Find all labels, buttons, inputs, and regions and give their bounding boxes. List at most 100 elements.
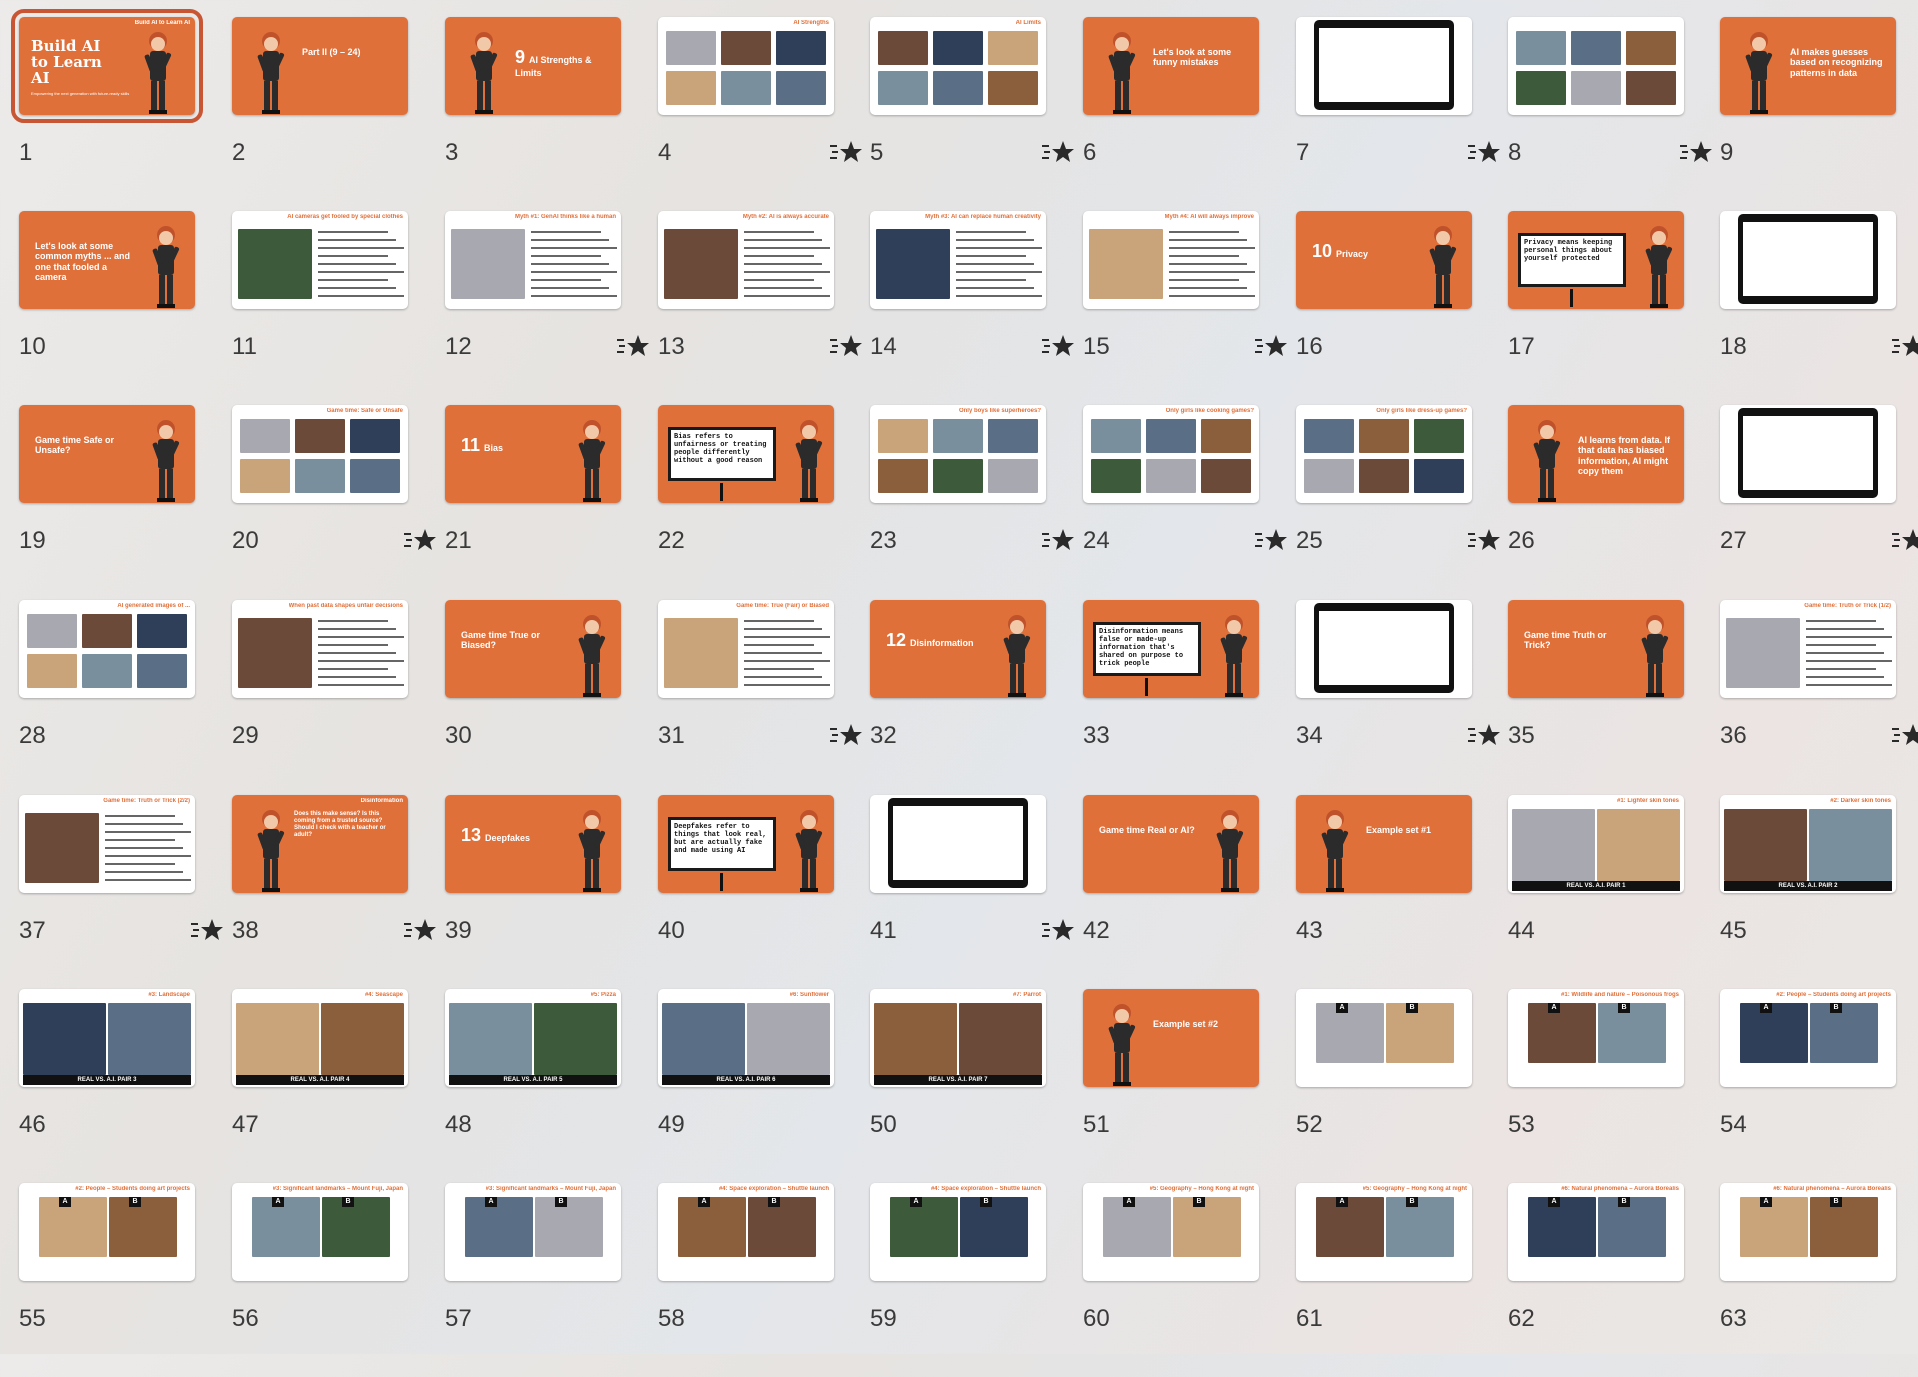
slide-thumbnail[interactable] bbox=[1720, 405, 1896, 503]
slide-thumbnail[interactable]: Game time Real or AI? bbox=[1083, 795, 1259, 893]
slide-item[interactable]: 27 bbox=[1720, 405, 1918, 599]
slide-item[interactable]: #7: Parrot REAL VS. A.I. PAIR 7 50 bbox=[870, 989, 1082, 1183]
star-with-dashes-icon[interactable] bbox=[1466, 722, 1502, 748]
slide-thumbnail[interactable]: #6: Natural phenomena – Aurora Borealis A… bbox=[1508, 1183, 1684, 1281]
slide-item[interactable]: AI learns from data. If that data has bi… bbox=[1508, 405, 1720, 599]
slide-thumbnail[interactable] bbox=[870, 795, 1046, 893]
slide-item[interactable]: Game time True or Biased? 30 bbox=[445, 600, 657, 794]
slide-thumbnail[interactable]: AI Limits bbox=[870, 17, 1046, 115]
star-with-dashes-icon[interactable] bbox=[1040, 527, 1076, 553]
slide-thumbnail[interactable]: Disinformation Does this make sense? Is t… bbox=[232, 795, 408, 893]
slide-thumbnail[interactable]: Game time: Truth or Trick (2/2) bbox=[19, 795, 195, 893]
slide-thumbnail[interactable] bbox=[1296, 600, 1472, 698]
slide-thumbnail[interactable]: Part II (9 – 24) bbox=[232, 17, 408, 115]
slide-item[interactable]: #2: People – Students doing art projects… bbox=[19, 1183, 231, 1377]
slide-item[interactable]: #6: Natural phenomena – Aurora Borealis A… bbox=[1720, 1183, 1918, 1377]
slide-thumbnail[interactable]: #7: Parrot REAL VS. A.I. PAIR 7 bbox=[870, 989, 1046, 1087]
slide-thumbnail[interactable]: Game time: True (Fair) or Biased bbox=[658, 600, 834, 698]
slide-item[interactable]: #4: Space exploration – Shuttle launch A B… bbox=[658, 1183, 870, 1377]
slide-item[interactable]: Game time Truth or Trick? 35 bbox=[1508, 600, 1720, 794]
slide-item[interactable]: Privacy means keeping personal things ab… bbox=[1508, 211, 1720, 405]
slide-item[interactable]: Let's look at some funny mistakes 6 bbox=[1083, 17, 1295, 211]
star-with-dashes-icon[interactable] bbox=[1253, 333, 1289, 359]
star-with-dashes-icon[interactable] bbox=[1466, 527, 1502, 553]
slide-thumbnail[interactable]: Game time Truth or Trick? bbox=[1508, 600, 1684, 698]
star-with-dashes-icon[interactable] bbox=[1040, 333, 1076, 359]
slide-thumbnail[interactable]: 13 Deepfakes bbox=[445, 795, 621, 893]
slide-thumbnail[interactable]: Let's look at some common myths ... and … bbox=[19, 211, 195, 309]
star-with-dashes-icon[interactable] bbox=[828, 139, 864, 165]
slide-thumbnail[interactable] bbox=[1296, 17, 1472, 115]
slide-thumbnail[interactable]: Game time: Safe or Unsafe bbox=[232, 405, 408, 503]
star-with-dashes-icon[interactable] bbox=[615, 333, 651, 359]
slide-item[interactable]: Game time: Safe or Unsafe 20 bbox=[232, 405, 444, 599]
slide-item[interactable]: Let's look at some common myths ... and … bbox=[19, 211, 231, 405]
slide-item[interactable]: #3: Significant landmarks – Mount Fuji, … bbox=[232, 1183, 444, 1377]
slide-item[interactable]: Game time: Truth or Trick (2/2) 37 bbox=[19, 795, 231, 989]
slide-thumbnail[interactable]: Privacy means keeping personal things ab… bbox=[1508, 211, 1684, 309]
slide-item[interactable]: Game time Real or AI? 42 bbox=[1083, 795, 1295, 989]
slide-thumbnail[interactable]: #2: People – Students doing art projects… bbox=[19, 1183, 195, 1281]
star-with-dashes-icon[interactable] bbox=[1040, 917, 1076, 943]
slide-item[interactable]: Bias refers to unfairness or treating pe… bbox=[658, 405, 870, 599]
slide-item[interactable]: #1: Wildlife and nature – Poisonous frog… bbox=[1508, 989, 1720, 1183]
slide-thumbnail[interactable]: Only girls like cooking games? bbox=[1083, 405, 1259, 503]
star-with-dashes-icon[interactable] bbox=[402, 527, 438, 553]
slide-item[interactable]: Only girls like dress-up games? 25 bbox=[1296, 405, 1508, 599]
slide-item[interactable]: 34 bbox=[1296, 600, 1508, 794]
slide-item[interactable]: 11 Bias 21 bbox=[445, 405, 657, 599]
slide-thumbnail[interactable]: #4: Space exploration – Shuttle launch A B bbox=[870, 1183, 1046, 1281]
slide-thumbnail[interactable]: #6: Sunflower REAL VS. A.I. PAIR 6 bbox=[658, 989, 834, 1087]
star-with-dashes-icon[interactable] bbox=[1253, 527, 1289, 553]
slide-item[interactable]: #4: Space exploration – Shuttle launch A B… bbox=[870, 1183, 1082, 1377]
slide-item[interactable]: Only girls like cooking games? 24 bbox=[1083, 405, 1295, 599]
slide-thumbnail[interactable]: Let's look at some funny mistakes bbox=[1083, 17, 1259, 115]
slide-thumbnail[interactable]: #3: Significant landmarks – Mount Fuji, … bbox=[232, 1183, 408, 1281]
slide-item[interactable]: #6: Natural phenomena – Aurora Borealis A… bbox=[1508, 1183, 1720, 1377]
slide-item[interactable]: #2: People – Students doing art projects… bbox=[1720, 989, 1918, 1183]
slide-item[interactable]: Example set #1 43 bbox=[1296, 795, 1508, 989]
slide-thumbnail[interactable] bbox=[1508, 17, 1684, 115]
slide-item[interactable]: AI Strengths 4 bbox=[658, 17, 870, 211]
slide-thumbnail[interactable]: 9 AI Strengths & Limits bbox=[445, 17, 621, 115]
slide-thumbnail[interactable]: Myth #3: AI can replace human creativity bbox=[870, 211, 1046, 309]
slide-thumbnail[interactable]: AI learns from data. If that data has bi… bbox=[1508, 405, 1684, 503]
slide-thumbnail[interactable]: Myth #4: AI will always improve bbox=[1083, 211, 1259, 309]
slide-thumbnail[interactable]: #5: Geography – Hong Kong at night A B bbox=[1083, 1183, 1259, 1281]
slide-item[interactable]: #5: Geography – Hong Kong at night A B 61 bbox=[1296, 1183, 1508, 1377]
slide-thumbnail[interactable]: #5: Geography – Hong Kong at night A B bbox=[1296, 1183, 1472, 1281]
slide-thumbnail[interactable]: AI makes guesses based on recognizing pa… bbox=[1720, 17, 1896, 115]
slide-item[interactable]: Only boys like superheroes? 23 bbox=[870, 405, 1082, 599]
slide-thumbnail[interactable]: AI cameras get fooled by special clothes bbox=[232, 211, 408, 309]
slide-item[interactable]: #1: Lighter skin tones REAL VS. A.I. PAIR… bbox=[1508, 795, 1720, 989]
slide-item[interactable]: When past data shapes unfair decisions 29 bbox=[232, 600, 444, 794]
slide-thumbnail[interactable]: #4: Space exploration – Shuttle launch A B bbox=[658, 1183, 834, 1281]
star-with-dashes-icon[interactable] bbox=[1678, 139, 1714, 165]
slide-item[interactable]: Disinformation Does this make sense? Is t… bbox=[232, 795, 444, 989]
slide-item[interactable]: #5: Geography – Hong Kong at night A B 60 bbox=[1083, 1183, 1295, 1377]
star-with-dashes-icon[interactable] bbox=[1040, 139, 1076, 165]
slide-thumbnail[interactable]: Myth #1: GenAI thinks like a human bbox=[445, 211, 621, 309]
slide-item[interactable]: AI makes guesses based on recognizing pa… bbox=[1720, 17, 1918, 211]
slide-thumbnail[interactable]: 11 Bias bbox=[445, 405, 621, 503]
star-with-dashes-icon[interactable] bbox=[828, 722, 864, 748]
slide-item[interactable]: #4: Seascape REAL VS. A.I. PAIR 4 47 bbox=[232, 989, 444, 1183]
slide-thumbnail[interactable]: AI generated images of ... bbox=[19, 600, 195, 698]
slide-item[interactable]: 9 AI Strengths & Limits 3 bbox=[445, 17, 657, 211]
slide-item[interactable]: Myth #2: AI is always accurate 13 bbox=[658, 211, 870, 405]
slide-thumbnail[interactable]: Disinformation means false or made-up in… bbox=[1083, 600, 1259, 698]
slide-item[interactable]: 41 bbox=[870, 795, 1082, 989]
slide-item[interactable]: Build AI to Learn AI Build AI to Learn AI… bbox=[11, 9, 231, 211]
slide-thumbnail[interactable]: Game time Safe or Unsafe? bbox=[19, 405, 195, 503]
slide-item[interactable]: Myth #4: AI will always improve 15 bbox=[1083, 211, 1295, 405]
star-with-dashes-icon[interactable] bbox=[1890, 722, 1918, 748]
star-with-dashes-icon[interactable] bbox=[828, 333, 864, 359]
slide-thumbnail[interactable]: AI Strengths bbox=[658, 17, 834, 115]
slide-thumbnail[interactable] bbox=[1720, 211, 1896, 309]
slide-thumbnail[interactable]: #2: Darker skin tones REAL VS. A.I. PAIR … bbox=[1720, 795, 1896, 893]
slide-thumbnail[interactable]: Myth #2: AI is always accurate bbox=[658, 211, 834, 309]
slide-thumbnail[interactable]: Game time: Truth or Trick (1/2) bbox=[1720, 600, 1896, 698]
slide-item[interactable]: 8 bbox=[1508, 17, 1720, 211]
slide-item[interactable]: 13 Deepfakes 39 bbox=[445, 795, 657, 989]
slide-item[interactable]: Example set #2 51 bbox=[1083, 989, 1295, 1183]
